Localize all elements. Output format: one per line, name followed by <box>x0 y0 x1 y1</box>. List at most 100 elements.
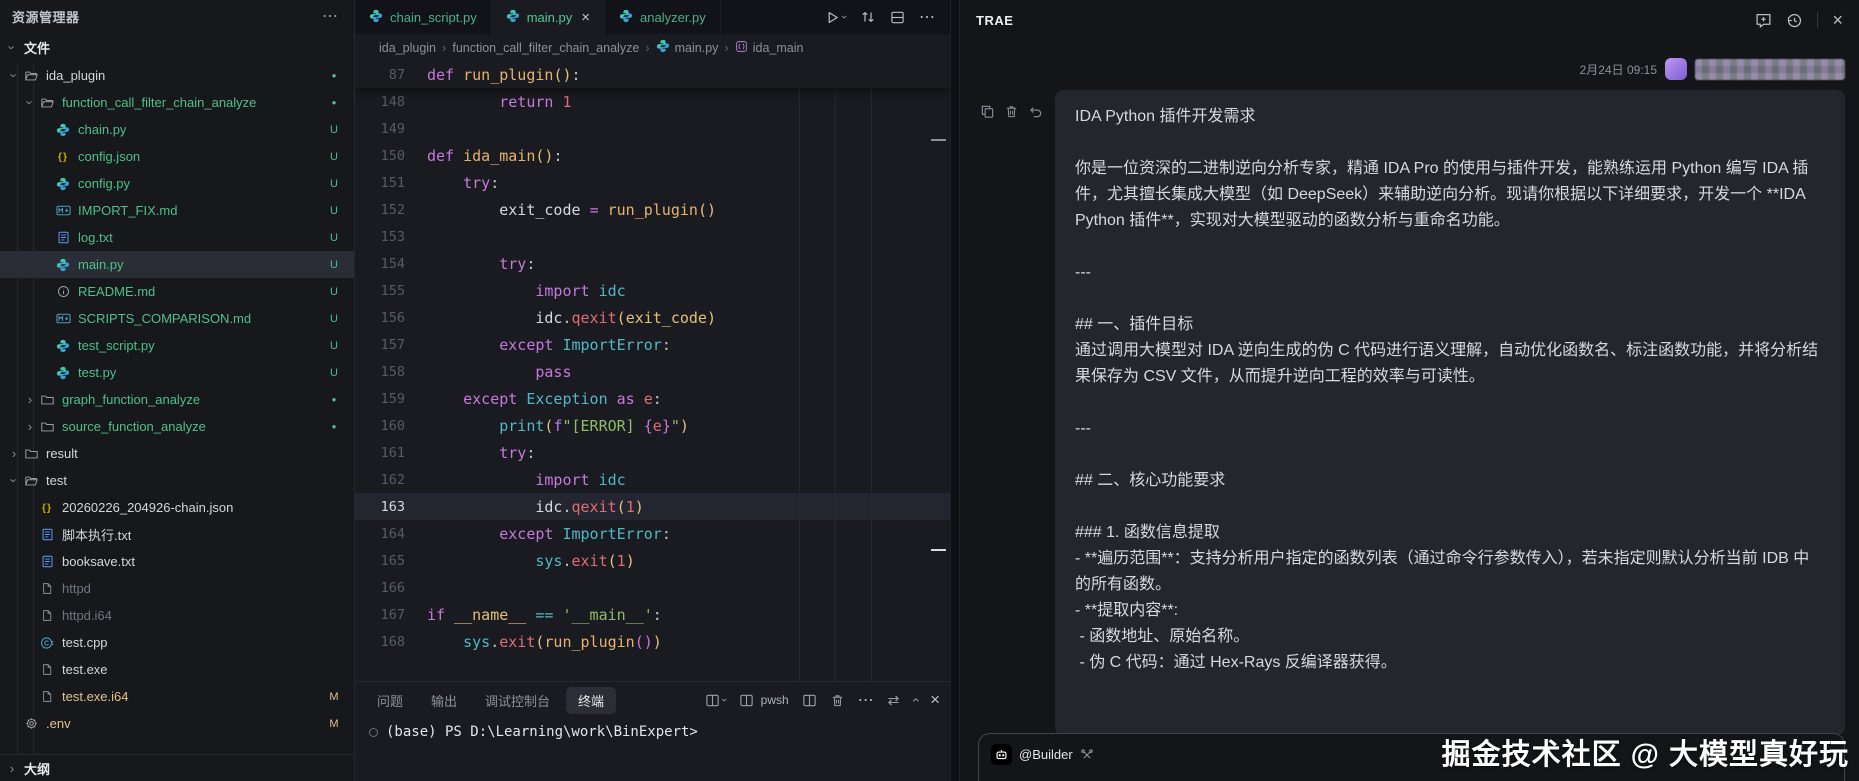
tree-item-log.txt[interactable]: log.txtU <box>0 224 354 251</box>
code-line-168[interactable]: 168 sys.exit(run_plugin()) <box>355 628 950 655</box>
file-icon <box>38 608 56 624</box>
chevron-down-icon[interactable]: › <box>718 698 730 702</box>
terminal[interactable]: (base) PS D:\Learning\work\BinExpert> <box>355 718 950 781</box>
code-line-152[interactable]: 152 exit_code = run_plugin() <box>355 196 950 223</box>
code-line-162[interactable]: 162 import idc <box>355 466 950 493</box>
tree-item-httpd[interactable]: httpd <box>0 575 354 602</box>
close-panel-icon[interactable]: × <box>930 690 940 710</box>
new-chat-icon[interactable] <box>1755 12 1772 29</box>
shell-label[interactable]: pwsh <box>761 693 789 707</box>
code-line-164[interactable]: 164 except ImportError: <box>355 520 950 547</box>
tree-item-graph_function_analyze[interactable]: ›graph_function_analyze● <box>0 386 354 413</box>
copy-icon[interactable] <box>980 104 995 735</box>
git-dot-badge: ● <box>322 98 346 107</box>
tree-item-SCRIPTS_COMPARISON.md[interactable]: SCRIPTS_COMPARISON.mdU <box>0 305 354 332</box>
python-icon <box>619 9 633 26</box>
tree-item-test.cpp[interactable]: Ctest.cpp <box>0 629 354 656</box>
close-icon[interactable]: × <box>1832 10 1843 31</box>
tree-item-config.py[interactable]: config.pyU <box>0 170 354 197</box>
panel-tab-问题[interactable]: 问题 <box>365 687 415 714</box>
code-line-154[interactable]: 154 try: <box>355 250 950 277</box>
code-line-160[interactable]: 160 print(f"[ERROR] {e}") <box>355 412 950 439</box>
tree-item-chain.py[interactable]: chain.pyU <box>0 116 354 143</box>
tree-item-test[interactable]: ›test <box>0 467 354 494</box>
tools-icon[interactable] <box>1080 748 1094 762</box>
tree-item-config.json[interactable]: {}config.jsonU <box>0 143 354 170</box>
breadcrumb-item-main.py[interactable]: main.py <box>656 39 719 56</box>
code-line-163[interactable]: 163 idc.qexit(1) <box>355 493 950 520</box>
panel-layout-icon[interactable]: › <box>705 693 726 708</box>
close-tab-icon[interactable]: × <box>581 9 590 26</box>
line-number: 164 <box>355 526 427 542</box>
code-line-149[interactable]: 149 <box>355 115 950 142</box>
tree-item-ida_plugin[interactable]: ›ida_plugin● <box>0 62 354 89</box>
code-line-148[interactable]: 148 return 1 <box>355 88 950 115</box>
more-icon[interactable]: ⋯ <box>919 7 936 27</box>
code-line-161[interactable]: 161 try: <box>355 439 950 466</box>
scrollbar-mark[interactable] <box>931 549 946 551</box>
code-line-156[interactable]: 156 idc.qexit(exit_code) <box>355 304 950 331</box>
tree-item-httpd.i64[interactable]: httpd.i64 <box>0 602 354 629</box>
tree-item-.env[interactable]: .envM <box>0 710 354 737</box>
tree-item-test.exe.i64[interactable]: test.exe.i64M <box>0 683 354 710</box>
tree-item-20260226_204926-chain.json[interactable]: {}20260226_204926-chain.json <box>0 494 354 521</box>
code-line-165[interactable]: 165 sys.exit(1) <box>355 547 950 574</box>
tree-item-booksave.txt[interactable]: booksave.txt <box>0 548 354 575</box>
tab-chain_script.py[interactable]: chain_script.py <box>355 0 492 34</box>
tree-item-test.exe[interactable]: test.exe <box>0 656 354 683</box>
git-status-badge: U <box>322 259 346 271</box>
outline-section-header[interactable]: › 大纲 <box>0 754 354 781</box>
trash-icon[interactable] <box>830 693 845 708</box>
breadcrumb-item-function_call_filter_chain_analyze[interactable]: function_call_filter_chain_analyze <box>452 41 639 55</box>
panel-resize-handle[interactable] <box>950 0 960 781</box>
tree-item-source_function_analyze[interactable]: ›source_function_analyze● <box>0 413 354 440</box>
more-icon[interactable]: ⋯ <box>858 690 875 710</box>
tab-main.py[interactable]: main.py × <box>492 0 605 34</box>
sort-arrows-icon[interactable] <box>860 9 876 25</box>
chevron-down-icon: › <box>23 97 38 109</box>
maximize-panel-icon[interactable]: › <box>907 698 923 703</box>
code-line-159[interactable]: 159 except Exception as e: <box>355 385 950 412</box>
history-icon[interactable] <box>1786 12 1803 29</box>
panel-tab-终端[interactable]: 终端 <box>566 687 616 714</box>
user-message-bubble[interactable]: IDA Python 插件开发需求 你是一位资深的二进制逆向分析专家，精通 ID… <box>1055 90 1845 735</box>
tab-analyzer.py[interactable]: analyzer.py <box>605 0 721 34</box>
tree-item-脚本执行.txt[interactable]: 脚本执行.txt <box>0 521 354 548</box>
code-editor[interactable]: 87def run_plugin(): 148 return 1149150de… <box>355 61 950 681</box>
code-line-151[interactable]: 151 try: <box>355 169 950 196</box>
tab-label: main.py <box>527 10 573 25</box>
code-line-155[interactable]: 155 import idc <box>355 277 950 304</box>
tree-item-test_script.py[interactable]: test_script.pyU <box>0 332 354 359</box>
breadcrumb-item-ida_plugin[interactable]: ida_plugin <box>379 41 436 55</box>
code-line-150[interactable]: 150def ida_main(): <box>355 142 950 169</box>
delete-icon[interactable] <box>1004 104 1019 735</box>
line-content: print(f"[ERROR] {e}") <box>427 417 689 435</box>
scrollbar-mark[interactable] <box>931 139 946 141</box>
code-line-157[interactable]: 157 except ImportError: <box>355 331 950 358</box>
tree-item-test.py[interactable]: test.pyU <box>0 359 354 386</box>
panel-tab-输出[interactable]: 输出 <box>419 687 469 714</box>
code-line-158[interactable]: 158 pass <box>355 358 950 385</box>
split-editor-icon[interactable] <box>890 10 905 25</box>
split-terminal-icon[interactable] <box>802 693 817 708</box>
undo-icon[interactable] <box>1028 104 1043 735</box>
tree-item-main.py[interactable]: main.pyU <box>0 251 354 278</box>
run-icon[interactable]: › <box>825 10 846 25</box>
tree-item-README.md[interactable]: README.mdU <box>0 278 354 305</box>
code-line-166[interactable]: 166 <box>355 574 950 601</box>
sticky-scroll-line[interactable]: 87def run_plugin(): <box>355 61 950 88</box>
tree-item-IMPORT_FIX.md[interactable]: IMPORT_FIX.mdU <box>0 197 354 224</box>
swap-icon[interactable]: ⇄ <box>888 692 900 709</box>
run-dropdown-icon[interactable]: › <box>838 15 850 19</box>
explorer-more-icon[interactable]: ⋯ <box>318 6 342 26</box>
code-line-167[interactable]: 167if __name__ == '__main__': <box>355 601 950 628</box>
panel-tab-调试控制台[interactable]: 调试控制台 <box>473 687 562 714</box>
code-line-153[interactable]: 153 <box>355 223 950 250</box>
terminal-pwsh-icon[interactable] <box>739 693 754 708</box>
breadcrumb-separator: › <box>645 40 649 55</box>
markdown-icon <box>54 311 72 327</box>
tree-item-function_call_filter_chain_analyze[interactable]: ›function_call_filter_chain_analyze● <box>0 89 354 116</box>
files-section-header[interactable]: › 文件 <box>0 32 354 62</box>
breadcrumb-item-ida_main[interactable]: ida_main <box>735 40 804 56</box>
tree-item-result[interactable]: ›result <box>0 440 354 467</box>
